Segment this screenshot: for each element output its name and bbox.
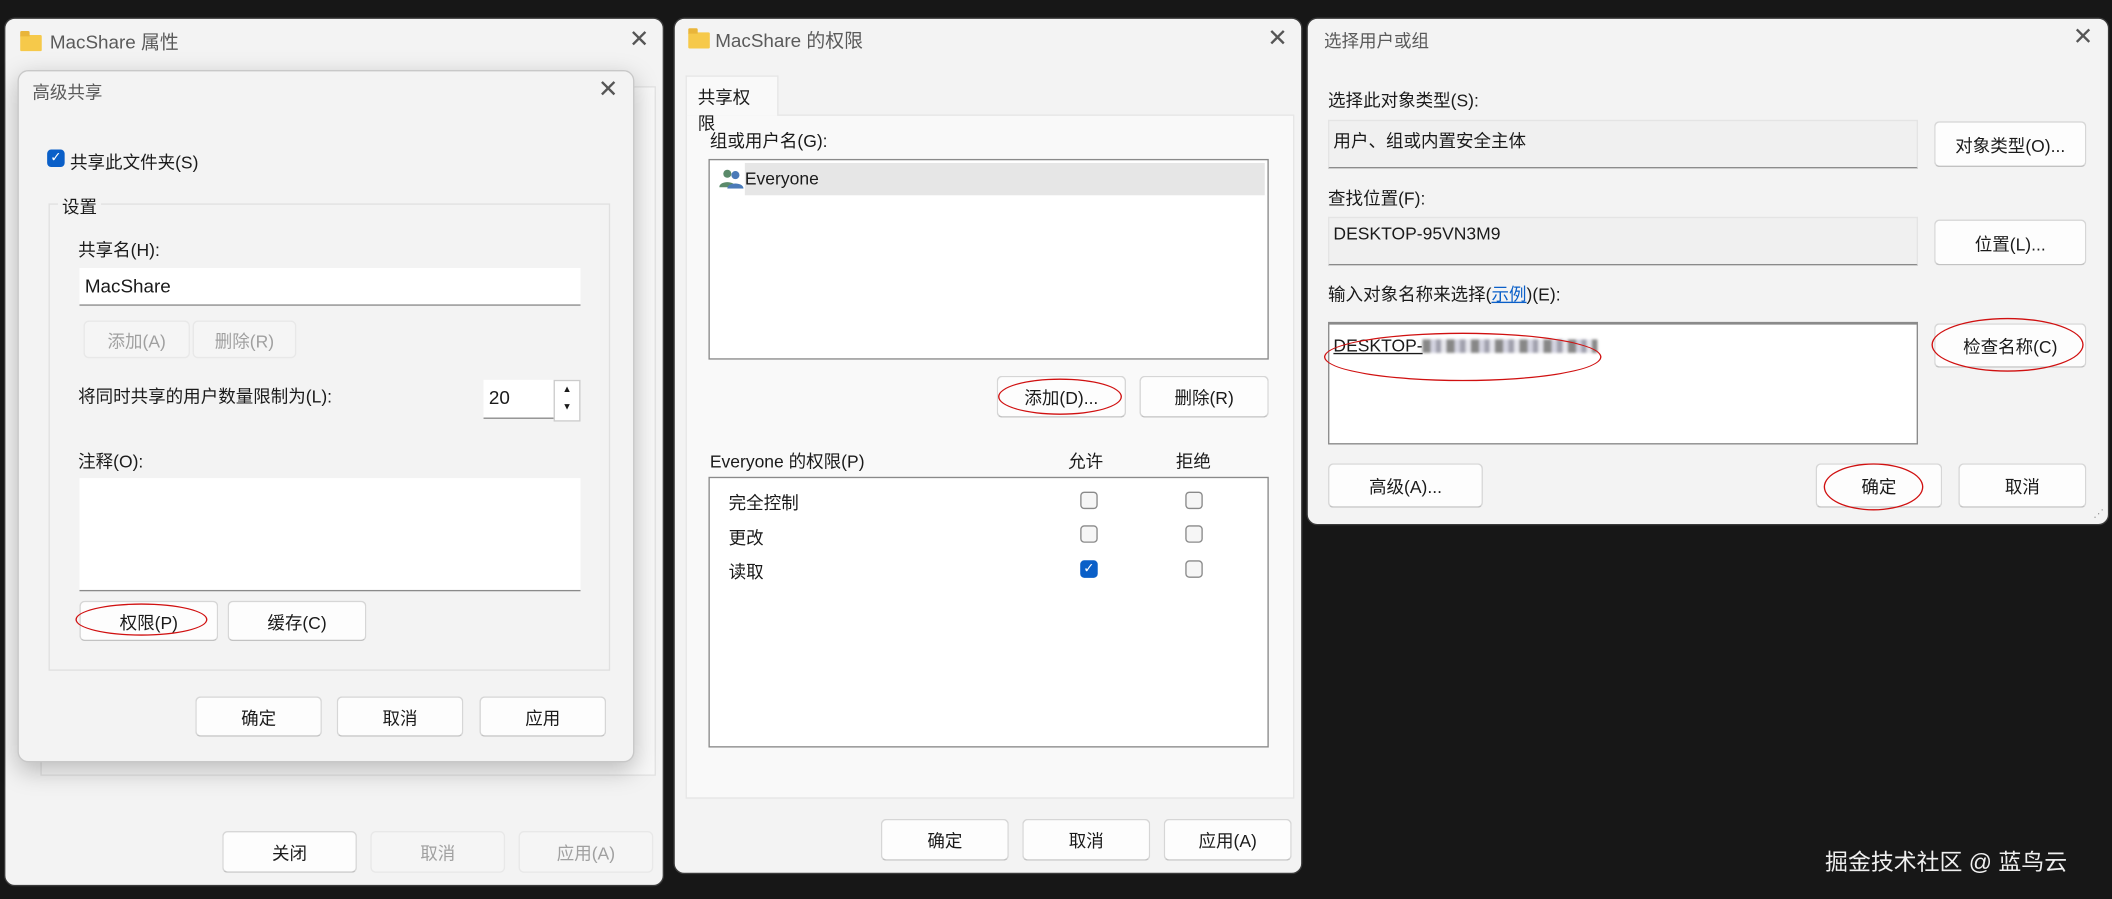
object-type-label: 选择此对象类型(S): — [1328, 90, 1479, 111]
permission-read: 读取 — [728, 561, 764, 582]
dialog-title: 高级共享 — [32, 82, 103, 103]
allow-read-checkbox[interactable]: ✓ — [1080, 560, 1098, 578]
object-type-field: 用户、组或内置安全主体 — [1328, 119, 1918, 169]
permissions-header: Everyone 的权限(P) — [709, 451, 865, 472]
enter-names-suffix: )(E): — [1526, 284, 1561, 305]
select-user-window: 选择用户或组 ✕ 选择此对象类型(S): 用户、组或内置安全主体 对象类型(O)… — [1306, 17, 2110, 526]
settings-group-label: 设置 — [57, 192, 102, 219]
deny-full-control-checkbox[interactable] — [1185, 491, 1203, 510]
allow-full-control-checkbox[interactable] — [1080, 491, 1098, 510]
user-limit-input[interactable]: 20 — [483, 379, 554, 419]
stepper-up-icon[interactable]: ▲ — [555, 381, 579, 399]
enter-names-prefix: 输入对象名称来选择( — [1328, 284, 1492, 305]
share-name-label: 共享名(H): — [78, 239, 160, 260]
caching-button[interactable]: 缓存(C) — [227, 600, 367, 642]
cancel-button[interactable]: 取消 — [1022, 818, 1151, 861]
locations-button[interactable]: 位置(L)... — [1934, 219, 2087, 266]
apply-button[interactable]: 应用(A) — [1163, 818, 1292, 861]
ok-button[interactable]: 确定 — [880, 818, 1009, 861]
location-label: 查找位置(F): — [1328, 188, 1426, 209]
watermark: 掘金技术社区 @ 蓝鸟云 — [1825, 849, 2068, 876]
window-title: MacShare 属性 — [49, 30, 179, 53]
users-label: 组或用户名(G): — [709, 130, 828, 151]
apply-button[interactable]: 应用(A) — [518, 831, 654, 873]
share-name-input[interactable]: MacShare — [79, 268, 581, 306]
list-item-everyone[interactable]: Everyone — [713, 162, 1265, 196]
ok-button[interactable]: 确定 — [195, 696, 322, 737]
close-icon[interactable]: ✕ — [598, 77, 618, 101]
user-name: Everyone — [744, 162, 1265, 196]
close-icon[interactable]: ✕ — [2073, 24, 2093, 48]
deny-change-checkbox[interactable] — [1185, 525, 1203, 543]
permission-full-control: 完全控制 — [728, 492, 799, 514]
comment-textarea[interactable] — [79, 478, 581, 592]
apply-button[interactable]: 应用 — [479, 696, 607, 737]
share-folder-checkbox[interactable]: ✓ — [47, 149, 65, 168]
allow-header: 允许 — [1068, 451, 1104, 472]
window-title: MacShare 的权限 — [715, 29, 863, 52]
cancel-button[interactable]: 取消 — [1958, 463, 2087, 508]
examples-link[interactable]: 示例 — [1491, 284, 1526, 304]
ok-button[interactable]: 确定 — [1815, 463, 1943, 508]
location-field: DESKTOP-95VN3M9 — [1328, 216, 1918, 266]
folder-icon — [20, 30, 42, 52]
enter-names-label: 输入对象名称来选择(示例)(E): — [1328, 280, 1561, 306]
comment-label: 注释(O): — [78, 451, 144, 472]
users-list[interactable]: Everyone — [708, 158, 1269, 360]
user-limit-stepper[interactable]: ▲ ▼ — [553, 379, 581, 422]
close-icon[interactable]: ✕ — [1267, 26, 1287, 50]
share-folder-label: 共享此文件夹(S) — [70, 152, 199, 173]
window-title: 选择用户或组 — [1324, 30, 1430, 52]
cancel-button[interactable]: 取消 — [336, 696, 464, 737]
object-names-textarea[interactable]: DESKTOP- — [1328, 321, 1918, 445]
folder-icon — [688, 28, 710, 49]
object-name-text: DESKTOP- — [1333, 335, 1423, 356]
close-button[interactable]: 关闭 — [222, 831, 357, 873]
user-limit-label: 将同时共享的用户数量限制为(L): — [78, 386, 333, 407]
permissions-button[interactable]: 权限(P) — [79, 600, 219, 642]
advanced-button[interactable]: 高级(A)... — [1328, 463, 1483, 508]
resize-grip-icon[interactable]: ⋰ — [2093, 508, 2104, 520]
tab-share-permissions[interactable]: 共享权限 — [685, 75, 779, 133]
close-icon[interactable]: ✕ — [629, 27, 649, 51]
stepper-down-icon[interactable]: ▼ — [555, 399, 579, 417]
object-types-button[interactable]: 对象类型(O)... — [1934, 121, 2087, 168]
remove-button[interactable]: 删除(R) — [192, 320, 297, 359]
permissions-list: 完全控制 更改 读取 ✓ — [708, 476, 1269, 748]
user-group-icon — [719, 168, 744, 189]
add-user-button[interactable]: 添加(D)... — [996, 375, 1127, 418]
blurred-text — [1422, 339, 1598, 353]
deny-header: 拒绝 — [1175, 451, 1211, 472]
check-names-button[interactable]: 检查名称(C) — [1934, 323, 2087, 368]
advanced-sharing-dialog: 高级共享 ✕ ✓ 共享此文件夹(S) 设置 共享名(H): MacShare 添… — [17, 70, 635, 763]
remove-user-button[interactable]: 删除(R) — [1139, 375, 1269, 418]
deny-read-checkbox[interactable] — [1185, 560, 1203, 578]
add-button[interactable]: 添加(A) — [83, 320, 190, 359]
permissions-window: MacShare 的权限 ✕ 共享权限 组或用户名(G): Everyone 添… — [673, 17, 1303, 875]
allow-change-checkbox[interactable] — [1080, 525, 1098, 543]
cancel-button[interactable]: 取消 — [370, 831, 506, 873]
permission-change: 更改 — [728, 527, 764, 549]
